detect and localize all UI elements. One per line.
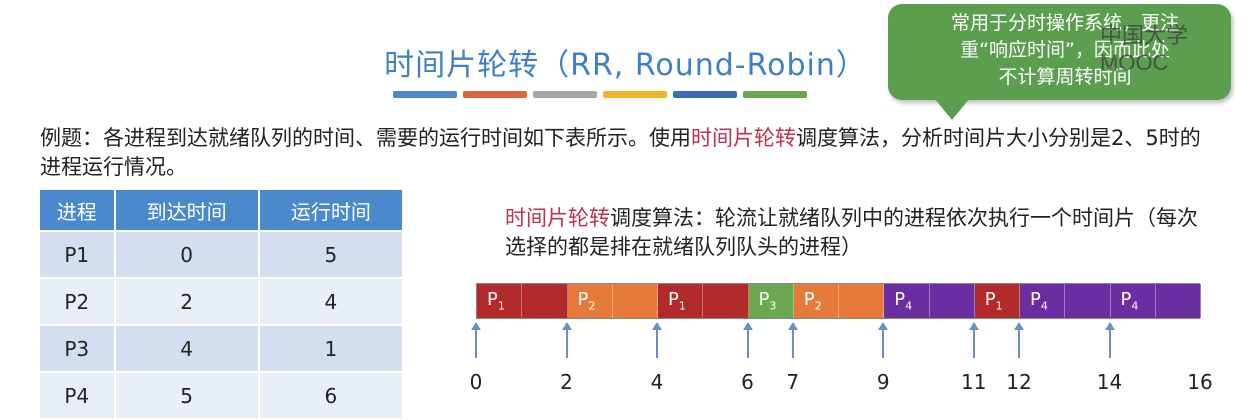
title-bar-segment: [393, 91, 457, 98]
time-tick-label: 11: [961, 370, 987, 394]
time-tick-label: 9: [876, 370, 890, 394]
gantt-cell-p3: P3: [748, 284, 794, 318]
example-text: 例题：各进程到达就绪队列的时间、需要的运行时间如下表所示。使用时间片轮转调度算法…: [40, 124, 1220, 182]
gantt-cell-p2: P2: [793, 284, 839, 318]
table-cell: 4: [113, 324, 260, 373]
table-cell: 1: [257, 324, 405, 373]
title-bar-segment: [673, 91, 737, 98]
gantt-cell-p2: P2: [567, 284, 613, 318]
algorithm-highlight: 时间片轮转: [505, 206, 610, 230]
time-tick-label: 2: [560, 370, 573, 394]
table-cell: 0: [113, 230, 260, 279]
table-cell: P3: [38, 324, 116, 373]
time-arrow: [565, 326, 568, 358]
gantt-label: P4: [894, 289, 913, 313]
arrow-head-icon: [561, 322, 572, 330]
arrow-head-icon: [787, 322, 798, 330]
title-bar-segment: [743, 91, 807, 98]
gantt-cell-p2: [839, 284, 885, 318]
gantt-label: P1: [487, 289, 505, 313]
gantt-label: P2: [803, 289, 822, 313]
time-arrow: [882, 326, 885, 358]
table-row: P3 4 1: [38, 324, 405, 373]
time-arrow: [1108, 326, 1111, 358]
table-row: P2 2 4: [38, 277, 405, 326]
time-arrow: [791, 326, 794, 358]
table-cell: 6: [257, 371, 405, 420]
arrow-head-icon: [1104, 322, 1115, 330]
gantt-cell-p1: [703, 284, 749, 318]
gantt-label: P3: [758, 289, 777, 313]
table-cell: 5: [257, 230, 405, 279]
time-tick-label: 7: [786, 370, 800, 394]
gantt-label: P1: [984, 289, 1003, 313]
gantt-label: P2: [577, 289, 596, 313]
time-tick-label: 0: [469, 370, 483, 394]
title-bar-segment: [533, 91, 597, 98]
gantt-cell-p4: [1155, 284, 1201, 318]
table-cell: P4: [38, 371, 116, 420]
title-bar-segment: [603, 91, 667, 98]
algorithm-description: 时间片轮转调度算法：轮流让就绪队列中的进程依次执行一个时间片（每次选择的都是排在…: [505, 204, 1205, 262]
table-cell: P2: [38, 277, 116, 326]
table-header-row: 进程 到达时间 运行时间: [38, 188, 405, 232]
time-arrow: [656, 326, 658, 358]
gantt-cell-p4: P4: [1020, 284, 1066, 318]
time-arrow: [475, 326, 477, 358]
gantt-cell-p1: P1: [658, 284, 704, 318]
gantt-cell-p1: P1: [974, 284, 1020, 318]
example-highlight: 时间片轮转: [691, 126, 796, 150]
table-cell: 5: [113, 371, 260, 420]
gantt-label: P1: [668, 289, 686, 313]
table-cell: 4: [257, 277, 405, 326]
gantt-cell-p4: P4: [1110, 284, 1156, 318]
gantt-cell-p2: [612, 284, 658, 318]
time-arrow: [1018, 326, 1020, 358]
time-tick-label: 6: [741, 370, 754, 394]
gantt-cell-p4: P4: [884, 284, 930, 318]
gantt-label: P4: [1030, 289, 1048, 313]
gantt-cell-p1: P1: [477, 284, 523, 318]
arrow-head-icon: [968, 322, 979, 330]
example-prefix: 例题：各进程到达就绪队列的时间、需要的运行时间如下表所示。使用: [40, 126, 691, 150]
table-row: P1 0 5: [38, 230, 405, 279]
gantt-cell-p4: [929, 284, 975, 318]
title-bar-segment: [463, 91, 527, 98]
callout-tail: [934, 98, 970, 120]
arrow-head-icon: [878, 322, 889, 330]
time-tick-label: 14: [1096, 370, 1123, 394]
time-tick-label: 12: [1006, 370, 1032, 394]
process-table: 进程 到达时间 运行时间 P1 0 5 P2 2 4 P3 4 1 P4 5 6: [38, 188, 405, 420]
table-cell: 2: [113, 277, 260, 326]
table-row: P4 5 6: [38, 371, 405, 420]
time-arrow: [972, 326, 975, 358]
table-header: 运行时间: [257, 188, 405, 232]
arrow-head-icon: [652, 322, 662, 330]
time-tick-label: 4: [650, 370, 664, 394]
time-arrow: [746, 326, 749, 358]
table-cell: P1: [38, 230, 116, 279]
arrow-head-icon: [742, 322, 753, 330]
arrow-head-icon: [471, 322, 481, 330]
time-tick-label: 16: [1187, 370, 1213, 394]
mooc-watermark: 中国大学MOOC: [1100, 23, 1189, 75]
table-header: 到达时间: [113, 188, 260, 232]
gantt-cell-p4: [1065, 284, 1111, 318]
gantt-cell-p1: [522, 284, 568, 318]
table-header: 进程: [38, 188, 116, 232]
arrow-head-icon: [1014, 322, 1024, 330]
gantt-chart: P1 P2 P1 P3 P2 P4 P1 P4 P4: [476, 283, 1201, 319]
gantt-label: P4: [1120, 289, 1139, 313]
